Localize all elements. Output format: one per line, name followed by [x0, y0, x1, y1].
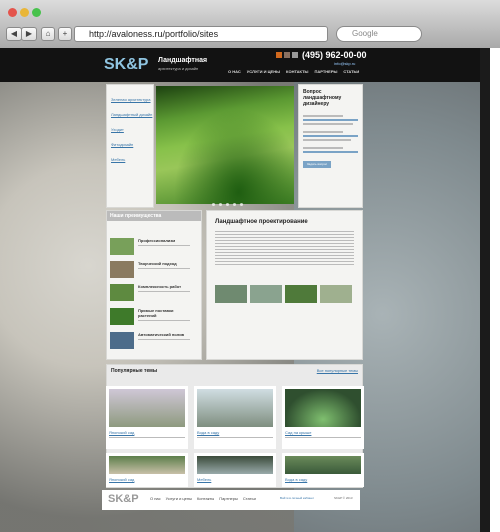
footer-link[interactable]: Контакты — [197, 496, 214, 501]
topic-card[interactable]: Японский сад — [106, 453, 188, 487]
question-title: Вопрос ландшафтному дизайнеру — [303, 89, 342, 107]
minimize-window-button[interactable] — [20, 8, 29, 17]
advantages-title: Наши преимущества — [107, 211, 201, 221]
facebook-icon[interactable] — [276, 52, 282, 58]
close-window-button[interactable] — [8, 8, 17, 17]
advantage-item: Прямые поставки растений — [110, 308, 190, 325]
advantage-item: Комплексность работ — [110, 284, 190, 301]
forward-button[interactable]: ▶ — [21, 27, 37, 41]
back-button[interactable]: ◀ — [6, 27, 22, 41]
slideshow-dots[interactable] — [212, 203, 243, 206]
nav-item[interactable]: Ландшафтный дизайн — [111, 112, 153, 117]
advantage-item: Автоматический полив — [110, 332, 190, 349]
footer-link[interactable]: Партнеры — [219, 496, 238, 501]
phone-number: (495) 962-00-00 — [302, 50, 367, 60]
nav-item[interactable]: Зеленая архитектура — [111, 97, 153, 102]
menu-item[interactable]: СТАТЬИ — [343, 69, 359, 74]
logo-title: Ландшафтная — [158, 57, 208, 64]
copyright: SK&P © 2013 — [334, 496, 353, 500]
home-button[interactable]: ⌂ — [41, 27, 55, 41]
rss-icon[interactable] — [292, 52, 298, 58]
topic-card[interactable]: Японский сад — [106, 386, 188, 449]
login-link[interactable]: Войти в личный кабинет — [280, 496, 314, 500]
topic-card[interactable]: Мебель — [194, 453, 276, 487]
logo-subtitle: архитектура и дизайн — [158, 66, 199, 71]
menu-item[interactable]: О НАС — [228, 69, 241, 74]
zoom-window-button[interactable] — [32, 8, 41, 17]
vk-icon[interactable] — [284, 52, 290, 58]
footer-link[interactable]: О нас — [150, 496, 161, 501]
ask-question-button[interactable]: Задать вопрос — [303, 161, 331, 168]
article-text — [215, 231, 354, 265]
topic-card[interactable]: Вода в саду — [194, 386, 276, 449]
nav-item[interactable]: Фитодизайн — [111, 142, 153, 147]
top-menu: О НАС УСЛУГИ И ЦЕНЫ КОНТАКТЫ ПАРТНЕРЫ СТ… — [228, 69, 359, 74]
advantage-item: Профессионализм — [110, 238, 190, 255]
email-link[interactable]: info@skp.ru — [334, 61, 355, 66]
site-logo[interactable]: SK&P — [104, 56, 148, 74]
website-viewport: SK&P Ландшафтная архитектура и дизайн (4… — [0, 48, 490, 532]
browser-chrome: ◀ ▶ ⌂ + http://avaloness.ru/portfolio/si… — [0, 0, 500, 48]
nav-item[interactable]: Уходит — [111, 127, 153, 132]
address-bar[interactable]: http://avaloness.ru/portfolio/sites — [74, 26, 328, 42]
hero-slideshow-image[interactable] — [156, 86, 294, 204]
footer-link[interactable]: Статьи — [243, 496, 256, 501]
advantage-item: Творческий подход — [110, 261, 190, 278]
question-panel: Вопрос ландшафтному дизайнеру Задать воп… — [298, 84, 363, 208]
nav-item[interactable]: Мебель — [111, 157, 153, 162]
popular-title: Популярные темы — [111, 368, 158, 374]
site-footer: SK&P О нас Услуги и цены Контакты Партне… — [102, 490, 360, 510]
footer-logo[interactable]: SK&P — [108, 493, 139, 505]
topic-card[interactable]: Вода в саду — [282, 453, 364, 487]
add-bookmark-button[interactable]: + — [58, 27, 72, 41]
footer-link[interactable]: Услуги и цены — [166, 496, 192, 501]
search-input[interactable]: Google — [336, 26, 422, 42]
gallery-strip[interactable] — [215, 285, 354, 303]
article-title: Ландшафтное проектирование — [215, 219, 308, 225]
footer-menu: О нас Услуги и цены Контакты Партнеры Ст… — [150, 496, 256, 501]
left-navigation: Зеленая архитектура Ландшафтный дизайн У… — [106, 84, 154, 208]
menu-item[interactable]: УСЛУГИ И ЦЕНЫ — [247, 69, 280, 74]
scrollbar[interactable] — [480, 48, 490, 532]
article-panel: Ландшафтное проектирование — [206, 210, 363, 360]
topic-card[interactable]: Сад на крыше — [282, 386, 364, 449]
menu-item[interactable]: КОНТАКТЫ — [286, 69, 308, 74]
all-topics-link[interactable]: Все популярные темы — [317, 368, 358, 373]
site-header: SK&P Ландшафтная архитектура и дизайн (4… — [0, 48, 490, 82]
menu-item[interactable]: ПАРТНЕРЫ — [314, 69, 337, 74]
